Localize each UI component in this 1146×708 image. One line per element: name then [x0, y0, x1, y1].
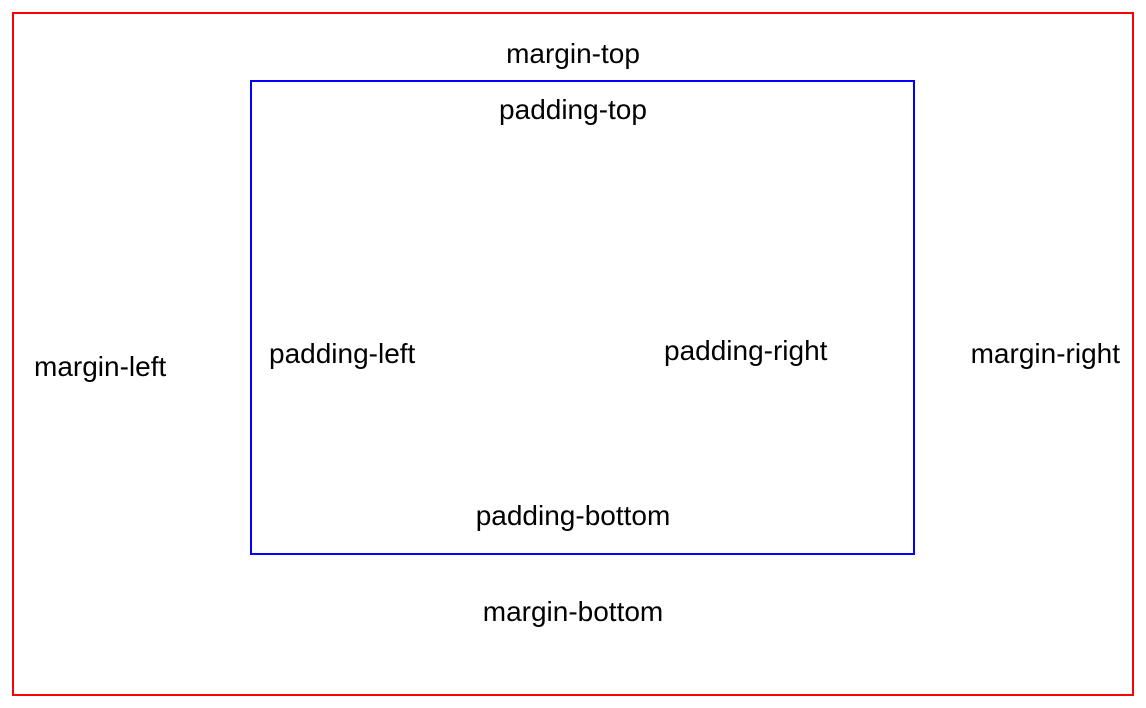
padding-top-label: padding-top: [499, 94, 647, 126]
padding-box: [250, 80, 915, 555]
padding-bottom-label: padding-bottom: [476, 500, 671, 532]
padding-left-label: padding-left: [269, 338, 415, 370]
margin-top-label: margin-top: [506, 38, 640, 70]
margin-box: margin-top margin-bottom margin-left mar…: [12, 12, 1134, 696]
padding-right-label: padding-right: [664, 335, 827, 367]
margin-left-label: margin-left: [34, 351, 166, 383]
margin-right-label: margin-right: [971, 338, 1120, 370]
margin-bottom-label: margin-bottom: [483, 596, 664, 628]
